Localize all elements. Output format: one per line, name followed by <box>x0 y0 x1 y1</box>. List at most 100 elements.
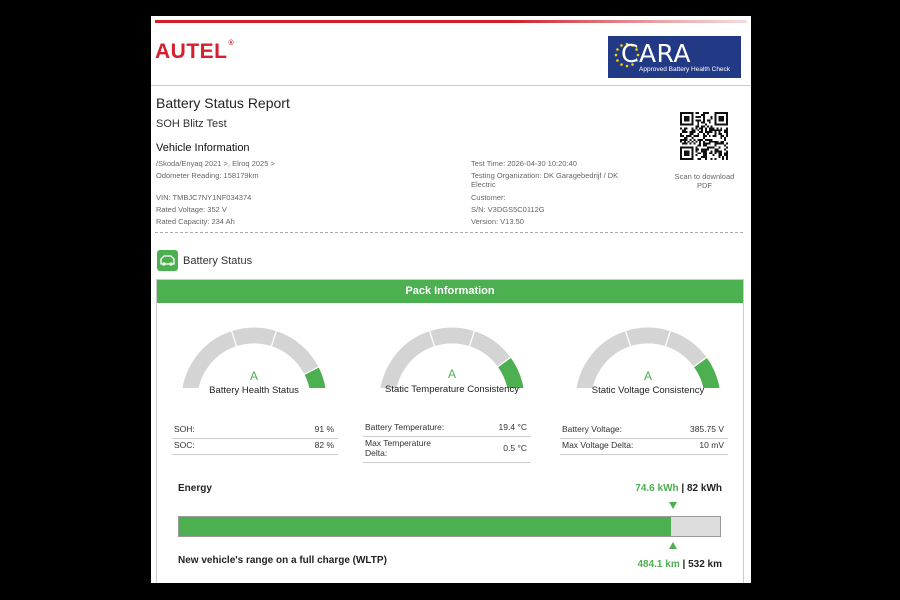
qr-cell <box>680 127 682 130</box>
soh-value: 91 % <box>314 424 334 434</box>
qr-cell <box>697 135 700 137</box>
qr-cell <box>722 156 725 159</box>
qr-cell <box>712 135 715 137</box>
qr-cell <box>683 138 686 141</box>
qr-cell <box>687 140 690 143</box>
qr-cell <box>714 148 717 151</box>
qr-cell <box>704 127 707 130</box>
qr-cell <box>714 140 717 143</box>
serial-number: S/N: V3DGS5C0112G <box>471 205 545 214</box>
qr-cell <box>710 117 713 120</box>
energy-marker <box>669 502 677 509</box>
qr-cell <box>695 125 698 128</box>
qr-cell <box>693 142 696 145</box>
soc-label: SOC: <box>174 440 195 450</box>
max-temperature-delta-label: Max Temperature <box>365 438 431 448</box>
qr-cell <box>697 119 700 122</box>
qr-cell <box>718 154 721 157</box>
qr-cell <box>687 135 690 137</box>
autel-logo-text: AUTEL <box>155 40 228 63</box>
star-dot <box>614 53 618 57</box>
qr-cell <box>681 135 684 137</box>
qr-cell <box>695 154 698 157</box>
qr-cell <box>716 142 719 145</box>
qr-cell <box>718 142 721 145</box>
qr-cell <box>720 142 723 145</box>
qr-cell <box>716 148 719 151</box>
qr-cell <box>716 140 719 143</box>
qr-cell <box>691 129 694 132</box>
qr-cell <box>703 133 705 136</box>
qr-cell <box>701 156 704 159</box>
qr-cell <box>724 148 727 151</box>
qr-cell <box>720 129 723 132</box>
qr-cell <box>726 154 728 157</box>
qr-code-icon[interactable] <box>680 112 728 160</box>
qr-cell <box>708 131 711 134</box>
cara-logo: CARA Approved Battery Health Check <box>608 36 741 78</box>
qr-cell <box>720 150 723 153</box>
voltage-consistency-grade: A <box>643 369 652 383</box>
soh-row: SOH: 91 % <box>172 424 338 439</box>
qr-cell <box>695 112 698 114</box>
soh-label: SOH: <box>174 424 195 434</box>
qr-cell <box>693 138 696 141</box>
qr-cell <box>704 154 707 157</box>
energy-bar-fill <box>179 517 672 536</box>
qr-caption-line2: PDF <box>697 181 712 190</box>
max-voltage-delta-row: Max Voltage Delta: 10 mV <box>560 440 728 455</box>
qr-cell <box>716 127 719 130</box>
qr-cell <box>724 138 727 141</box>
qr-cell <box>708 119 711 122</box>
qr-cell <box>710 140 713 143</box>
qr-cell <box>680 140 682 143</box>
qr-cell <box>708 152 711 155</box>
qr-cell <box>699 144 702 147</box>
qr-cell <box>693 129 696 132</box>
qr-cell <box>685 136 688 139</box>
qr-cell <box>697 123 700 126</box>
testing-organization: Testing Organization: DK Garagebedrijf /… <box>471 171 619 180</box>
qr-cell <box>685 138 688 141</box>
testing-organization-cont: Electric <box>471 180 496 189</box>
battery-temperature-row: Battery Temperature: 19.4 °C <box>363 422 531 437</box>
qr-cell <box>718 129 721 132</box>
qr-cell <box>689 138 692 141</box>
qr-cell <box>683 150 690 157</box>
qr-cell <box>701 150 704 153</box>
cara-logo-text: CARA <box>621 39 692 68</box>
qr-cell <box>697 152 700 155</box>
qr-cell <box>699 119 702 122</box>
qr-cell <box>726 133 728 136</box>
qr-cell <box>701 129 704 132</box>
qr-cell <box>689 133 692 136</box>
range-total: 532 km <box>688 559 722 570</box>
energy-current: 74.6 kWh <box>635 483 679 494</box>
qr-cell <box>706 119 709 122</box>
rated-voltage: Rated Voltage: 352 V <box>156 205 227 214</box>
qr-cell <box>710 129 713 132</box>
max-voltage-delta-label: Max Voltage Delta: <box>562 440 634 450</box>
qr-cell <box>691 136 694 139</box>
qr-cell <box>699 152 702 155</box>
qr-cell <box>718 133 721 136</box>
energy-value: 74.6 kWh | 82 kWh <box>635 483 722 494</box>
qr-cell <box>680 135 682 137</box>
energy-total: 82 kWh <box>686 483 722 494</box>
qr-cell <box>703 148 705 151</box>
qr-cell <box>724 154 727 157</box>
range-marker <box>669 542 677 549</box>
qr-cell <box>704 144 707 147</box>
qr-cell <box>724 144 727 147</box>
qr-cell <box>718 115 725 122</box>
max-temperature-delta-value: 0.5 °C <box>503 443 527 453</box>
qr-cell <box>697 129 700 132</box>
temperature-consistency-label: Static Temperature Consistency <box>385 384 519 395</box>
qr-cell <box>695 150 698 153</box>
qr-cell <box>695 148 698 151</box>
qr-cell <box>714 131 717 134</box>
qr-cell <box>718 146 721 149</box>
qr-cell <box>704 142 707 145</box>
qr-cell <box>704 158 707 160</box>
qr-cell <box>708 129 711 132</box>
